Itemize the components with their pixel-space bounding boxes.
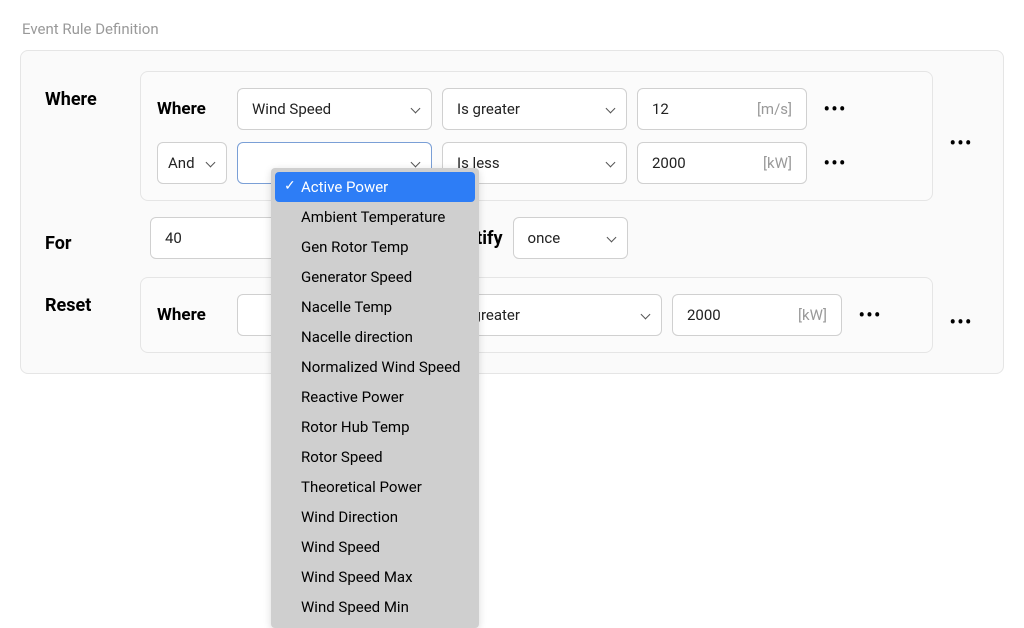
chevron-down-icon — [409, 103, 421, 115]
dropdown-item[interactable]: Wind Speed Min — [271, 592, 479, 622]
row-menu-button[interactable]: ••• — [852, 297, 888, 333]
dropdown-item[interactable]: Gen Rotor Temp — [271, 232, 479, 262]
reset-subpanel: Where Is greater 2000 [kW] ••• — [140, 277, 933, 353]
value-text: 12 — [652, 100, 669, 118]
dropdown-item[interactable]: Wind Direction — [271, 502, 479, 532]
value-input[interactable]: 2000 [kW] — [637, 142, 807, 184]
where-sublabel: Where — [157, 305, 227, 325]
row-menu-button[interactable]: ••• — [817, 91, 853, 127]
reset-row: Reset Where Is greater 2000 [kW] — [45, 277, 979, 353]
conjunction-select[interactable]: And — [157, 142, 227, 184]
chevron-down-icon — [605, 232, 617, 244]
unit-label: [m/s] — [757, 100, 792, 118]
section-menu-button[interactable]: ••• — [943, 304, 979, 340]
chevron-down-icon — [639, 309, 651, 321]
operator-select[interactable]: Is greater — [442, 88, 627, 130]
variable-dropdown[interactable]: Active Power Ambient Temperature Gen Rot… — [271, 168, 479, 628]
for-value: 40 — [165, 229, 182, 247]
dropdown-item[interactable]: Active Power — [275, 172, 475, 202]
dropdown-item[interactable]: Nacelle Temp — [271, 292, 479, 322]
dropdown-item[interactable]: Wind Speed — [271, 532, 479, 562]
where-subpanel: Where Wind Speed Is greater 12 [m/s] ••• — [140, 71, 933, 201]
dropdown-item[interactable]: Ambient Temperature — [271, 202, 479, 232]
where-sublabel: Where — [157, 99, 227, 119]
where-condition-1: Where Wind Speed Is greater 12 [m/s] ••• — [157, 88, 916, 130]
chevron-down-icon — [204, 157, 216, 169]
row-menu-button[interactable]: ••• — [817, 145, 853, 181]
where-row: Where Where Wind Speed Is greater 12 — [45, 71, 979, 201]
chevron-down-icon — [604, 157, 616, 169]
chevron-down-icon — [604, 103, 616, 115]
page-title: Event Rule Definition — [22, 20, 1004, 38]
notify-value: once — [528, 229, 561, 247]
for-label: For — [45, 223, 140, 254]
where-label: Where — [45, 71, 140, 110]
rule-panel: Where Where Wind Speed Is greater 12 — [20, 50, 1004, 374]
reset-label: Reset — [45, 277, 140, 316]
variable-value: Wind Speed — [252, 100, 331, 118]
variable-select[interactable]: Wind Speed — [237, 88, 432, 130]
dropdown-item[interactable]: Rotor Speed — [271, 442, 479, 472]
conjunction-value: And — [168, 154, 195, 172]
operator-value: Is greater — [457, 100, 520, 118]
dropdown-item[interactable]: Reactive Power — [271, 382, 479, 412]
dropdown-item[interactable]: Normalized Wind Speed — [271, 352, 479, 382]
unit-label: [kW] — [763, 154, 792, 172]
dropdown-item[interactable]: Nacelle direction — [271, 322, 479, 352]
value-input[interactable]: 2000 [kW] — [672, 294, 842, 336]
value-text: 2000 — [687, 306, 721, 324]
unit-label: [kW] — [798, 306, 827, 324]
section-menu-button[interactable]: ••• — [943, 125, 979, 161]
notify-select[interactable]: once — [513, 217, 628, 259]
for-row: For 40 otify once — [45, 217, 979, 259]
value-text: 2000 — [652, 154, 686, 172]
dropdown-item[interactable]: Rotor Hub Temp — [271, 412, 479, 442]
value-input[interactable]: 12 [m/s] — [637, 88, 807, 130]
dropdown-item[interactable]: Wind Speed Max — [271, 562, 479, 592]
dropdown-item[interactable]: Theoretical Power — [271, 472, 479, 502]
dropdown-item[interactable]: Generator Speed — [271, 262, 479, 292]
